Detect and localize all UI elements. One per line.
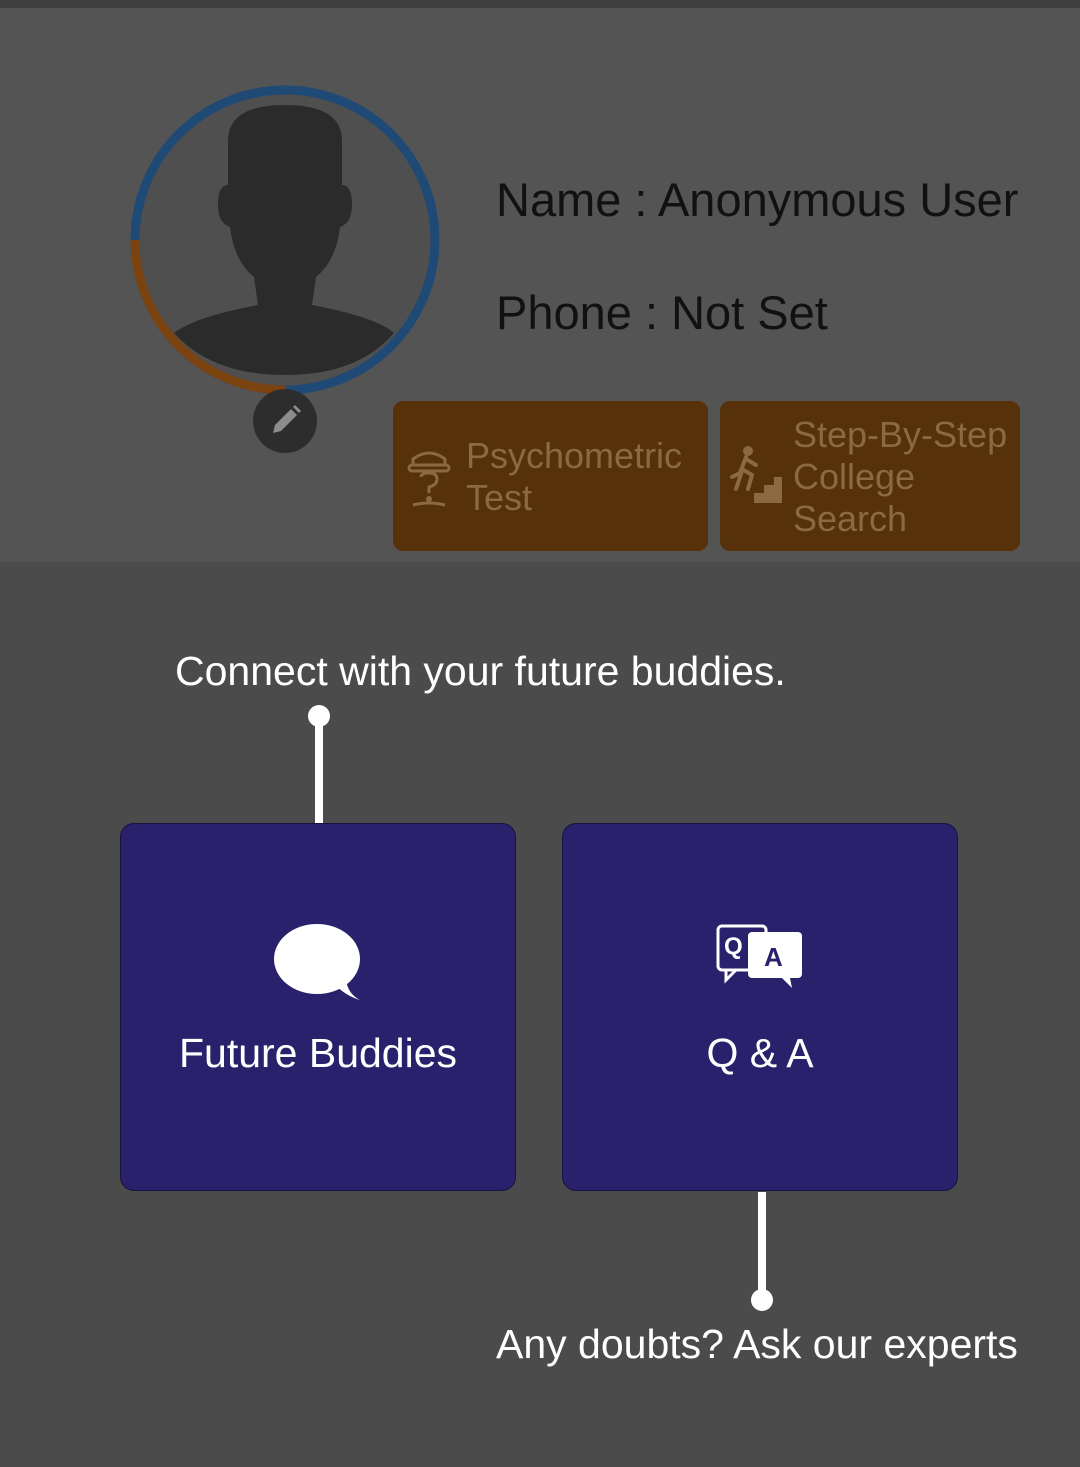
detective-hat-icon bbox=[407, 451, 451, 507]
svg-text:A: A bbox=[764, 942, 783, 972]
psychometric-test-button[interactable]: Psychometric Test bbox=[393, 401, 708, 551]
svg-text:Q: Q bbox=[724, 933, 743, 960]
future-buddies-card[interactable]: Future Buddies bbox=[120, 823, 516, 1191]
avatar[interactable] bbox=[126, 81, 444, 399]
user-name: Name : Anonymous User bbox=[496, 173, 1019, 226]
qa-label: Q & A bbox=[706, 1030, 814, 1076]
edit-avatar-button[interactable] bbox=[253, 389, 317, 453]
chat-bubble-icon bbox=[274, 924, 360, 1000]
qa-card[interactable]: Q A Q & A bbox=[562, 823, 958, 1191]
hint-connector-line bbox=[758, 1192, 766, 1298]
qa-bubbles-icon: Q A bbox=[716, 924, 802, 988]
user-phone: Phone : Not Set bbox=[496, 286, 828, 339]
future-buddies-hint: Connect with your future buddies. bbox=[175, 648, 786, 694]
person-climbing-stairs-icon bbox=[730, 446, 782, 503]
hint-connector-line bbox=[315, 716, 323, 824]
qa-hint: Any doubts? Ask our experts bbox=[496, 1321, 1018, 1367]
pencil-icon bbox=[273, 405, 301, 433]
hint-connector-dot bbox=[751, 1289, 773, 1311]
person-silhouette-icon bbox=[130, 85, 440, 395]
college-search-label: Step-By-Step College Search bbox=[793, 414, 1008, 539]
college-search-button[interactable]: Step-By-Step College Search bbox=[720, 401, 1020, 551]
psychometric-test-label: Psychometric Test bbox=[466, 435, 683, 518]
status-bar bbox=[0, 0, 1080, 8]
future-buddies-label: Future Buddies bbox=[178, 1030, 458, 1076]
